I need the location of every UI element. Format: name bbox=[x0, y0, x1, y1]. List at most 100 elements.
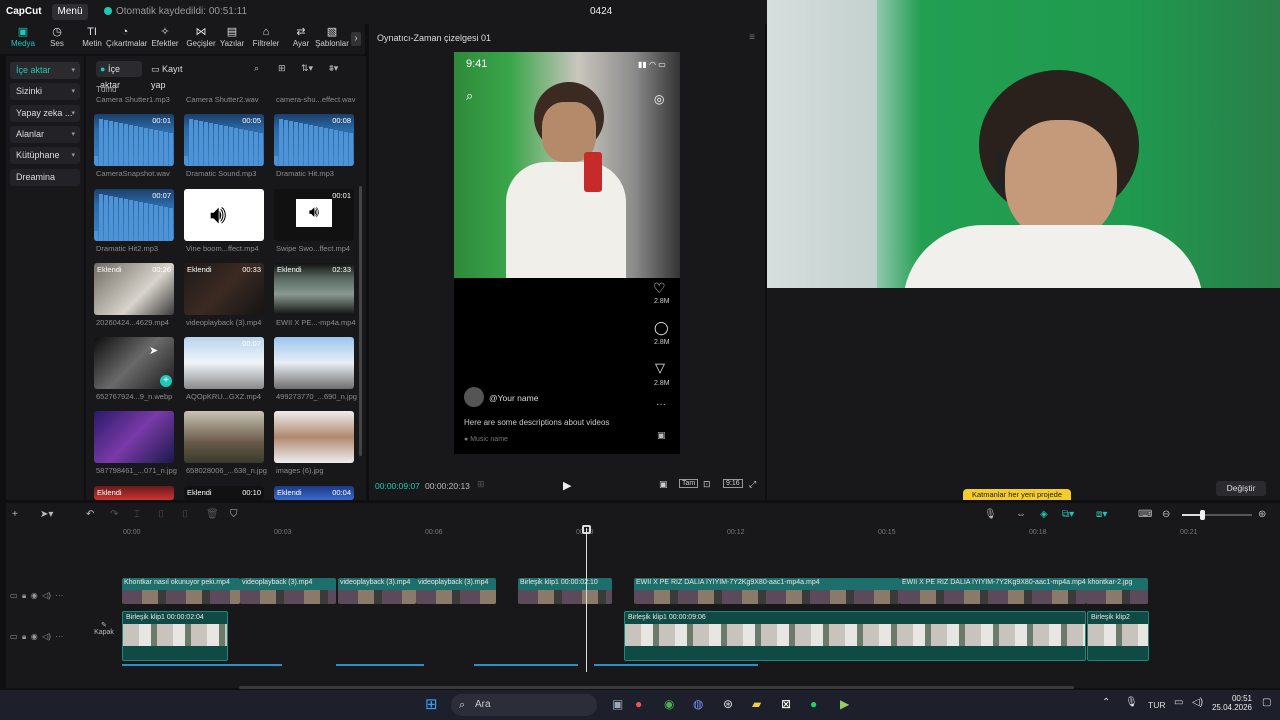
network-icon[interactable]: ▭ bbox=[1174, 697, 1183, 708]
media-thumbnail[interactable] bbox=[274, 411, 354, 463]
tab-2[interactable]: ◷ Ses bbox=[38, 26, 76, 54]
full-quality-button[interactable]: Tam bbox=[679, 479, 699, 488]
import-button[interactable]: ● İçe aktar bbox=[96, 61, 142, 90]
fullscreen-icon[interactable]: ⤢ bbox=[749, 479, 756, 490]
aspect-ratio-button[interactable]: 9:16 bbox=[723, 479, 743, 488]
media-thumbnail[interactable] bbox=[274, 337, 354, 389]
media-thumbnail[interactable]: 00:05 bbox=[184, 114, 264, 166]
caption-icon[interactable]: ⌨ bbox=[1138, 509, 1152, 520]
timeline-scrollbar[interactable] bbox=[239, 686, 1074, 689]
grid-view-icon[interactable]: ⊞ bbox=[278, 63, 286, 74]
select-tool-icon[interactable]: ➤▾ bbox=[40, 509, 53, 520]
app2-icon[interactable]: ▶ bbox=[840, 697, 849, 711]
main-track-controls[interactable]: ▭ 🔒︎ ◉ ◁) ··· bbox=[10, 632, 63, 642]
tab-5[interactable]: ✧ Efektler bbox=[146, 26, 184, 54]
audio-line[interactable] bbox=[474, 664, 578, 666]
audio-line[interactable] bbox=[122, 664, 282, 666]
browser-icon[interactable]: ● bbox=[635, 697, 642, 711]
media-thumbnail[interactable]: Eklendi bbox=[94, 486, 174, 500]
sidebar-item-5[interactable]: Kütüphane ▾ bbox=[10, 147, 80, 164]
redo-icon[interactable]: ↷ bbox=[110, 509, 118, 520]
sidebar-item-4[interactable]: Alanlar ▾ bbox=[10, 126, 80, 143]
discord-icon[interactable]: ◍ bbox=[693, 697, 703, 711]
player-menu-icon[interactable]: ≡ bbox=[749, 32, 755, 43]
main-clip[interactable]: Birleşik klip1 00:00:02:04 bbox=[122, 611, 228, 661]
shield-icon[interactable]: ⛉ bbox=[230, 509, 238, 520]
audio-line[interactable] bbox=[594, 664, 758, 666]
mic-icon[interactable]: 🎙︎ bbox=[984, 509, 997, 520]
media-thumbnail[interactable]: 🔊︎ 00:04 bbox=[184, 189, 264, 241]
media-thumbnail[interactable]: 00:07 bbox=[184, 337, 264, 389]
tab-7[interactable]: ▤ Yazılar bbox=[213, 26, 251, 54]
tab-8[interactable]: ⌂ Filtreler bbox=[247, 26, 285, 54]
task-view-icon[interactable]: ▣ bbox=[612, 697, 623, 711]
language-indicator[interactable]: TUR bbox=[1148, 700, 1165, 710]
playhead[interactable] bbox=[586, 528, 587, 672]
split-left-icon[interactable]: ⌷ bbox=[158, 509, 164, 520]
search-icon[interactable]: ⌕ bbox=[254, 63, 259, 74]
tab-1[interactable]: ▣ Medya bbox=[4, 26, 42, 54]
main-clip[interactable]: Birleşik klip1 00:00:09:06 bbox=[624, 611, 1086, 661]
media-thumbnail[interactable]: 00:26 Eklendi bbox=[94, 263, 174, 315]
sidebar-item-3[interactable]: Yapay zeka ... ▾ bbox=[10, 105, 80, 122]
media-thumbnail[interactable]: 00:04 Eklendi bbox=[274, 486, 354, 500]
overlay-track-controls[interactable]: ▭ 🔒︎ ◉ ◁) ··· bbox=[10, 591, 63, 601]
media-thumbnail[interactable] bbox=[94, 411, 174, 463]
start-icon[interactable]: ⊞ bbox=[425, 695, 438, 713]
app-icon[interactable]: ⊛ bbox=[723, 697, 733, 711]
media-scrollbar[interactable] bbox=[359, 186, 362, 456]
media-thumbnail[interactable]: 🔊︎ 00:01 bbox=[274, 189, 354, 241]
capcut-icon[interactable]: ⊠ bbox=[781, 697, 791, 711]
link-icon[interactable]: ⇔ bbox=[1016, 509, 1026, 520]
overlay-clip[interactable]: videoplayback (3).mp4 bbox=[416, 578, 496, 604]
volume-icon[interactable]: ◁) bbox=[1192, 697, 1203, 708]
overlay-clip[interactable]: EWII X PE RIZ DALIA İYİYİM-7Y2Kg9X80-aac… bbox=[634, 578, 900, 604]
menu-button[interactable]: Menü bbox=[52, 4, 88, 20]
tab-10[interactable]: ▧ Şablonlar bbox=[313, 26, 351, 54]
media-thumbnail[interactable]: 00:07 bbox=[94, 189, 174, 241]
play-button[interactable]: ▶ bbox=[563, 479, 571, 492]
overlay-clip[interactable]: videoplayback (3).mp4 bbox=[240, 578, 336, 604]
zoom-slider-handle[interactable] bbox=[1200, 510, 1205, 520]
preview-axis-icon[interactable]: ⧈▾ bbox=[1096, 509, 1107, 520]
cover-button[interactable]: ✎ Kapak bbox=[90, 621, 118, 651]
overlay-clip[interactable]: Khontkar nasıl okunuyor peki.mp4 bbox=[122, 578, 240, 604]
change-button[interactable]: Değiştir bbox=[1216, 481, 1266, 496]
grid-icon[interactable]: ⊞ bbox=[477, 479, 485, 490]
main-clip[interactable]: Birleşik klip2 bbox=[1087, 611, 1149, 661]
sidebar-item-6[interactable]: Dreamina bbox=[10, 169, 80, 186]
undo-icon[interactable]: ↶ bbox=[86, 509, 94, 520]
split-right-icon[interactable]: ⌷ bbox=[182, 509, 188, 520]
chrome-icon[interactable]: ◉ bbox=[664, 697, 674, 711]
media-thumbnail[interactable]: + bbox=[94, 337, 174, 389]
media-thumbnail[interactable]: 00:01 bbox=[94, 114, 174, 166]
media-thumbnail[interactable] bbox=[184, 411, 264, 463]
zoom-out-icon[interactable]: ⊖ bbox=[1162, 509, 1170, 520]
media-thumbnail[interactable]: 00:08 bbox=[274, 114, 354, 166]
media-thumbnail[interactable]: 02:33 Eklendi bbox=[274, 263, 354, 315]
tray-expand-icon[interactable]: ⌃ bbox=[1102, 697, 1110, 708]
magnet-icon[interactable]: ◈ bbox=[1040, 509, 1048, 520]
more-tools-icon[interactable]: › bbox=[351, 32, 361, 46]
spotify-icon[interactable]: ● bbox=[810, 697, 817, 711]
split-icon[interactable]: ⌶ bbox=[134, 509, 140, 520]
snap-icon[interactable]: ⧉▾ bbox=[1062, 509, 1074, 520]
overlay-clip[interactable]: khontkar-2.jpg bbox=[1086, 578, 1148, 604]
record-button[interactable]: ▭ Kayıt yap bbox=[147, 61, 197, 90]
taskbar-clock[interactable]: 00:51 25.04.2026 bbox=[1208, 694, 1252, 712]
filter-icon[interactable]: ⩩▾ bbox=[329, 63, 338, 74]
media-thumbnail[interactable]: 00:10 Eklendi bbox=[184, 486, 264, 500]
folder-icon[interactable]: ▰ bbox=[752, 697, 761, 711]
microphone-tray-icon[interactable]: 🎙︎ bbox=[1125, 697, 1138, 708]
audio-line[interactable] bbox=[336, 664, 424, 666]
add-to-timeline-icon[interactable]: + bbox=[160, 375, 172, 387]
zoom-slider[interactable] bbox=[1182, 510, 1252, 520]
overlay-clip[interactable]: videoplayback (3).mp4 bbox=[338, 578, 416, 604]
overlay-clip[interactable]: Birleşik klip1 00:00:02:10 bbox=[518, 578, 612, 604]
zoom-in-icon[interactable]: ⊕ bbox=[1258, 509, 1266, 520]
tab-4[interactable]: ◔ Çıkartmalar bbox=[106, 26, 147, 54]
delete-icon[interactable]: 🗑︎ bbox=[206, 509, 219, 520]
taskbar-search[interactable]: ⌕ Ara bbox=[451, 694, 597, 716]
all-filter-label[interactable]: Tümü bbox=[96, 85, 116, 94]
media-thumbnail[interactable]: 00:33 Eklendi bbox=[184, 263, 264, 315]
